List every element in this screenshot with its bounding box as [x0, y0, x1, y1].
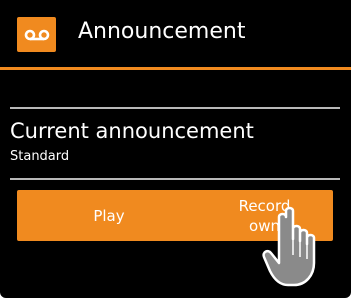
current-announcement-value: Standard	[10, 149, 70, 164]
voicemail-icon	[17, 17, 56, 52]
page-title: Announcement	[78, 19, 246, 44]
play-button-label: Play	[93, 206, 125, 225]
title-bar: Announcement	[0, 0, 351, 67]
record-own-button-label: Record own	[238, 196, 291, 235]
list-divider-top	[10, 107, 340, 109]
header-divider	[0, 67, 351, 70]
play-button[interactable]: Play	[17, 190, 201, 241]
record-own-button[interactable]: Record own	[196, 190, 333, 241]
phone-display: Announcement Current announcement Standa…	[0, 0, 351, 298]
current-announcement-label[interactable]: Current announcement	[10, 118, 254, 144]
list-divider-bottom	[10, 178, 340, 180]
